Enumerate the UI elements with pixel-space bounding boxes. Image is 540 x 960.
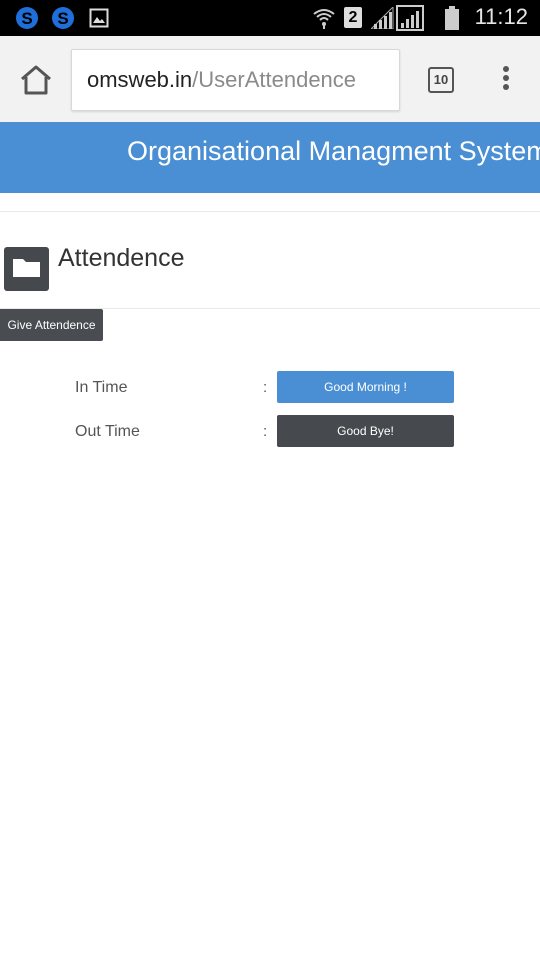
signal-icon — [396, 5, 424, 31]
wifi-icon — [313, 9, 335, 29]
status-time: 11:12 — [474, 4, 528, 29]
address-bar[interactable]: omsweb.in/UserAttendence — [71, 49, 400, 111]
sim-2-icon: 2 — [344, 7, 362, 28]
skype-icon: S — [52, 7, 74, 29]
image-icon — [89, 8, 109, 28]
url-path: /UserAttendence — [192, 67, 357, 92]
url-domain: omsweb.in — [87, 67, 193, 92]
page-title: Attendence — [58, 244, 185, 272]
battery-icon — [445, 6, 459, 30]
svg-text:S: S — [21, 9, 32, 28]
divider — [0, 211, 540, 212]
good-morning-button[interactable]: Good Morning ! — [277, 371, 454, 403]
separator-colon: : — [263, 423, 268, 440]
give-attendence-button[interactable]: Give Attendence — [0, 309, 103, 341]
app-header: Organisational Managment System — [0, 122, 540, 193]
separator-colon: : — [263, 379, 268, 396]
svg-text:S: S — [57, 9, 68, 28]
out-time-label: Out Time — [75, 423, 140, 440]
home-icon[interactable] — [18, 64, 54, 96]
tabs-icon[interactable]: 10 — [428, 67, 454, 93]
status-bar: S S 2 11:12 — [0, 0, 540, 36]
more-vert-icon[interactable] — [499, 66, 513, 94]
skype-icon: S — [16, 7, 38, 29]
signal-icon — [371, 7, 394, 29]
app-title: Organisational Managment System — [127, 136, 540, 166]
good-bye-button[interactable]: Good Bye! — [277, 415, 454, 447]
folder-icon — [4, 247, 49, 291]
browser-toolbar: omsweb.in/UserAttendence 10 — [0, 36, 540, 122]
in-time-label: In Time — [75, 379, 128, 396]
